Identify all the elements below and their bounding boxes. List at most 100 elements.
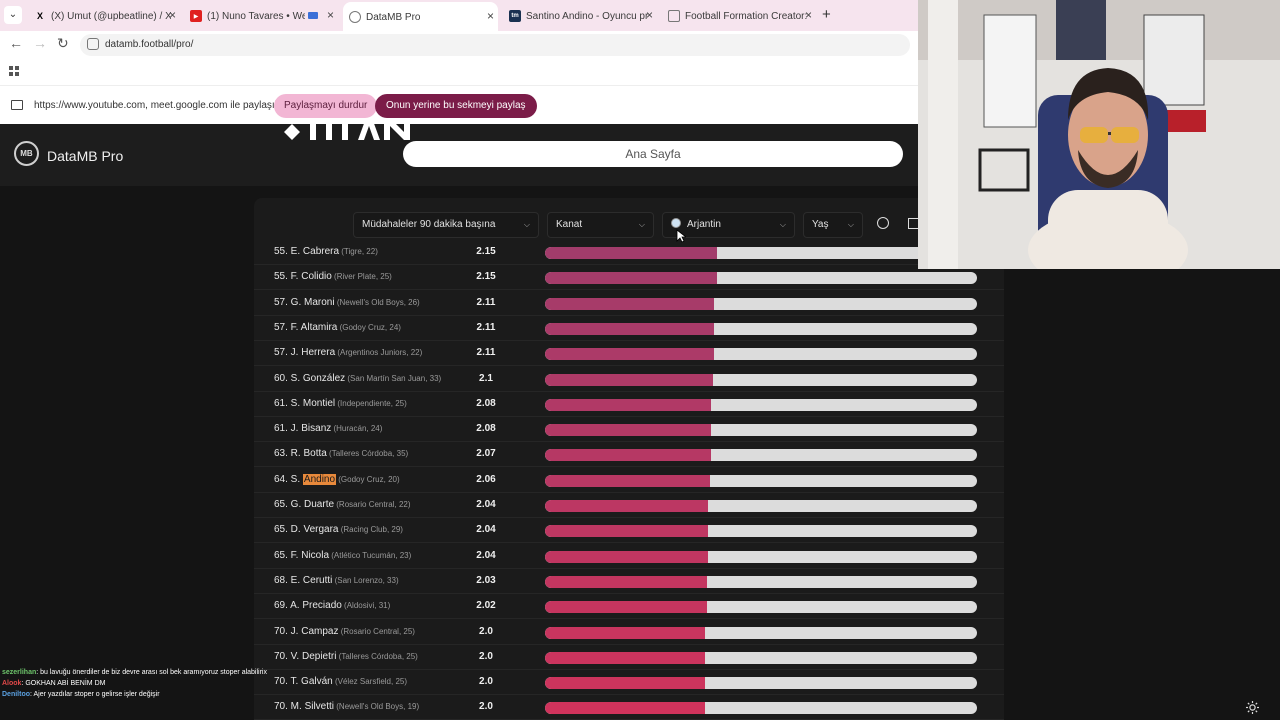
- player-row[interactable]: 57. G. Maroni (Newell's Old Boys, 26) 2.1…: [254, 291, 1004, 316]
- player-value: 2.04: [476, 524, 496, 536]
- browser-tab-5[interactable]: Football Formation Creator: Re ×: [662, 4, 816, 28]
- player-row[interactable]: 70. M. Silvetti (Newell's Old Boys, 19) 2…: [254, 695, 1004, 720]
- player-name[interactable]: 64. S. Andino: [274, 473, 337, 485]
- player-row[interactable]: 60. S. González (San Martín San Juan, 33…: [254, 367, 1004, 392]
- value-bar-track: [545, 398, 977, 411]
- home-search-input[interactable]: Ana Sayfa: [403, 141, 903, 167]
- player-name[interactable]: 70. T. Galván: [274, 676, 333, 687]
- metric-dropdown[interactable]: Müdahaleler 90 dakika başına ⌵: [353, 212, 539, 238]
- player-name[interactable]: 57. F. Altamira: [274, 322, 337, 333]
- player-row[interactable]: 63. R. Botta (Talleres Córdoba, 35) 2.07: [254, 442, 1004, 468]
- player-name[interactable]: 57. G. Maroni: [274, 297, 335, 308]
- player-team: (Racing Club, 29): [338, 525, 403, 535]
- url-field[interactable]: datamb.football/pro/: [80, 34, 910, 56]
- youtube-logo-icon: ▶: [190, 10, 202, 22]
- player-name[interactable]: 70. M. Silvetti: [274, 701, 334, 712]
- back-arrow-icon[interactable]: ←: [9, 35, 23, 51]
- chat-message: Deniltoo: Ajer yazdılar stoper o gelirse…: [2, 689, 282, 700]
- value-bar-fill: [545, 398, 712, 411]
- player-row[interactable]: 69. A. Preciado (Aldosivi, 31) 2.02: [254, 594, 1004, 620]
- player-name[interactable]: 68. E. Cerutti: [274, 575, 332, 586]
- position-dropdown[interactable]: Kanat ⌵: [547, 212, 654, 238]
- player-row[interactable]: 65. F. Nicola (Atlético Tucumán, 23) 2.04: [254, 544, 1004, 569]
- player-row[interactable]: 57. F. Altamira (Godoy Cruz, 24) 2.11: [254, 316, 1004, 341]
- player-row[interactable]: 64. S. Andino (Godoy Cruz, 20) 2.06: [254, 468, 1004, 493]
- url-text: datamb.football/pro/: [105, 39, 194, 50]
- player-label: 61. S. Montiel (Independiente, 25): [274, 398, 407, 409]
- player-value: 2.15: [476, 271, 496, 283]
- argentina-flag-icon: [671, 218, 681, 228]
- player-value: 2.03: [476, 574, 496, 586]
- player-team: (Aldosivi, 31): [341, 601, 391, 611]
- tab-close-icon[interactable]: ×: [646, 8, 653, 22]
- value-bar-track: [545, 525, 977, 538]
- browser-tab-1[interactable]: X (X) Umut (@upbeatline) / X ×: [28, 4, 180, 28]
- chevron-down-icon: ⌵: [523, 220, 530, 229]
- browser-tab-2[interactable]: ▶ (1) Nuno Tavares • Welcome ×: [184, 4, 338, 28]
- tab-close-icon[interactable]: ×: [169, 8, 176, 22]
- player-row[interactable]: 70. J. Campaz (Rosario Central, 25) 2.0: [254, 620, 1004, 645]
- timer-icon[interactable]: [877, 217, 889, 229]
- apps-grid-icon[interactable]: [9, 66, 19, 76]
- player-name[interactable]: 55. E. Cabrera: [274, 246, 339, 257]
- tab-close-icon[interactable]: ×: [805, 8, 812, 22]
- age-dropdown[interactable]: Yaş ⌵: [803, 212, 863, 238]
- value-bar-fill: [545, 575, 708, 588]
- value-bar-track: [545, 474, 977, 487]
- new-tab-plus-icon[interactable]: +: [822, 6, 831, 23]
- player-row[interactable]: 55. E. Cabrera (Tigre, 22) 2.15: [254, 240, 1004, 265]
- browser-tab-3-active[interactable]: DataMB Pro ×: [343, 2, 498, 31]
- tab-title: (1) Nuno Tavares • Welcome: [207, 10, 305, 22]
- player-name[interactable]: 61. J. Bisanz: [274, 423, 331, 434]
- player-name[interactable]: 65. D. Vergara: [274, 524, 338, 535]
- player-team: (Vélez Sarsfield, 25): [332, 677, 408, 687]
- player-row[interactable]: 61. J. Bisanz (Huracán, 24) 2.08: [254, 417, 1004, 443]
- player-team: (San Lorenzo, 33): [332, 575, 399, 585]
- value-bar-track: [545, 651, 977, 664]
- browser-tab-4[interactable]: tm Santino Andino - Oyuncu profili ×: [503, 4, 657, 28]
- value-bar-fill: [545, 525, 709, 538]
- tab-close-icon[interactable]: ×: [327, 8, 334, 22]
- datamb-logo-icon[interactable]: MB: [14, 141, 39, 166]
- forward-arrow-icon[interactable]: →: [33, 35, 47, 51]
- app-name[interactable]: DataMB Pro: [47, 148, 123, 164]
- chat-username: Deniltoo: [2, 691, 30, 698]
- calendar-icon[interactable]: [908, 218, 918, 229]
- player-row[interactable]: 70. V. Depietri (Talleres Córdoba, 25) 2.…: [254, 645, 1004, 670]
- player-row[interactable]: 61. S. Montiel (Independiente, 25) 2.08: [254, 392, 1004, 417]
- player-row[interactable]: 65. G. Duarte (Rosario Central, 22) 2.04: [254, 493, 1004, 518]
- player-name[interactable]: 65. G. Duarte: [274, 499, 334, 510]
- player-name[interactable]: 55. F. Colidio: [274, 271, 332, 282]
- player-label: 57. F. Altamira (Godoy Cruz, 24): [274, 322, 401, 333]
- player-row[interactable]: 65. D. Vergara (Racing Club, 29) 2.04: [254, 518, 1004, 544]
- player-name[interactable]: 70. V. Depietri: [274, 651, 336, 662]
- player-name[interactable]: 65. F. Nicola: [274, 550, 329, 561]
- value-bar-fill: [545, 373, 713, 386]
- x-logo-icon: X: [36, 11, 43, 21]
- theme-toggle-sun-icon[interactable]: [1246, 701, 1259, 714]
- tab-search-chevron-icon[interactable]: ⌄: [4, 6, 22, 24]
- player-name[interactable]: 60. S. González: [274, 373, 345, 384]
- player-name[interactable]: 69. A. Preciado: [274, 600, 342, 611]
- player-value: 2.06: [476, 473, 496, 485]
- player-label: 69. A. Preciado (Aldosivi, 31): [274, 600, 390, 611]
- value-bar-track: [545, 247, 977, 259]
- player-name[interactable]: 61. S. Montiel: [274, 398, 335, 409]
- player-row[interactable]: 70. T. Galván (Vélez Sarsfield, 25) 2.0: [254, 670, 1004, 696]
- player-row[interactable]: 68. E. Cerutti (San Lorenzo, 33) 2.03: [254, 569, 1004, 594]
- value-bar-track: [545, 575, 977, 588]
- player-name[interactable]: 63. R. Botta: [274, 448, 327, 459]
- player-name[interactable]: 57. J. Herrera: [274, 347, 335, 358]
- player-row[interactable]: 57. J. Herrera (Argentinos Juniors, 22) 2…: [254, 341, 1004, 367]
- reload-icon[interactable]: ↻: [57, 35, 69, 52]
- player-name[interactable]: 70. J. Campaz: [274, 626, 338, 637]
- player-row[interactable]: 55. F. Colidio (River Plate, 25) 2.15: [254, 265, 1004, 291]
- search-highlight: Andino: [302, 473, 337, 485]
- document-icon: [668, 10, 680, 22]
- chat-username: sezerlihan: [2, 669, 37, 676]
- chevron-down-icon: ⌵: [638, 220, 645, 229]
- tab-close-icon[interactable]: ×: [487, 9, 494, 23]
- site-info-icon[interactable]: [87, 38, 99, 50]
- value-bar-track: [545, 272, 977, 285]
- player-value: 2.0: [479, 625, 493, 637]
